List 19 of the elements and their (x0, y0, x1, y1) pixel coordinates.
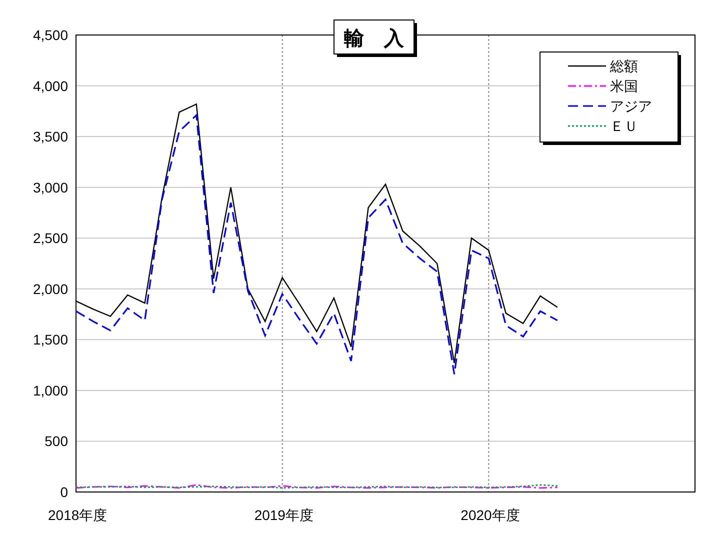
axis-label: 3,500 (32, 128, 68, 145)
axis-label: 3,000 (32, 179, 68, 196)
chart-title: 輸 入 (343, 27, 405, 50)
axis-label: 2019年度 (254, 507, 314, 523)
axis-label: 0 (60, 484, 68, 500)
axis-label: 1,000 (32, 382, 68, 398)
axis-label: 2018年度 (48, 507, 108, 523)
axis-label: 4,000 (32, 78, 68, 94)
legend-label: アジア (610, 98, 652, 114)
axis-label: 500 (44, 433, 68, 450)
axis-label: 2020年度 (460, 507, 520, 523)
axis-label: 2,500 (32, 230, 68, 246)
legend-label: 米国 (610, 78, 638, 94)
chart-title: 輸 入 (334, 20, 417, 57)
axis-label: 2,000 (32, 280, 68, 297)
legend-label: ＥＵ (610, 118, 638, 134)
axis-label: 4,500 (32, 27, 68, 43)
legend-label: 総額 (610, 58, 638, 74)
axis-label: 1,500 (32, 332, 68, 348)
